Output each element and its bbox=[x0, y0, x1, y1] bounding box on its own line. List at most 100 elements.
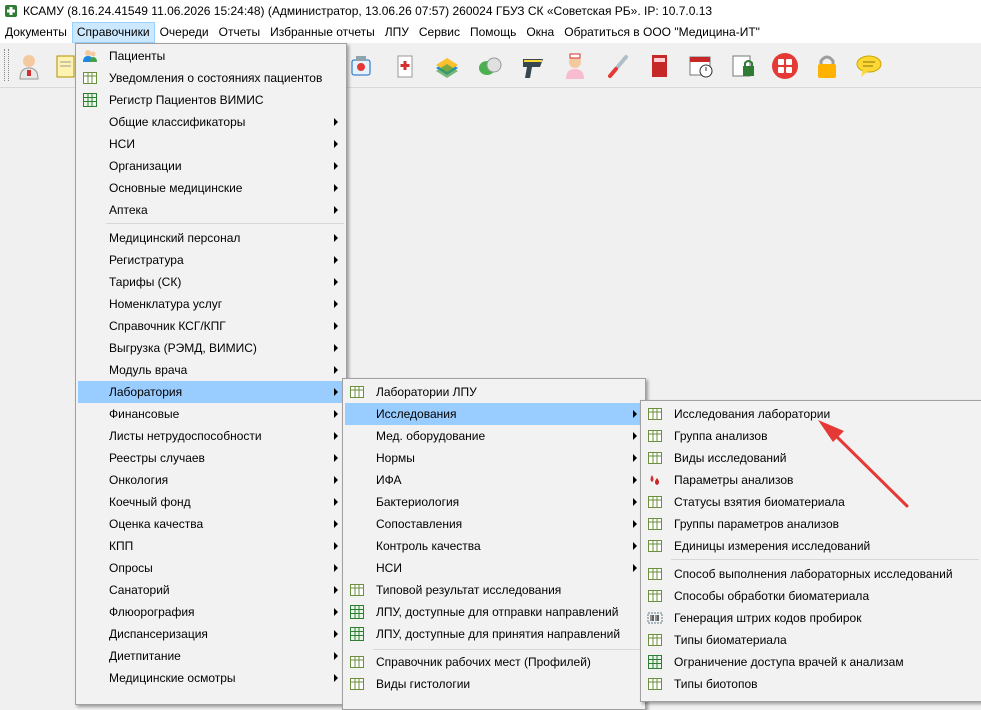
chat-icon[interactable] bbox=[852, 49, 886, 83]
submenu-arrow-icon bbox=[334, 652, 338, 660]
spravochniki-menu-item-9[interactable]: Медицинский персонал bbox=[78, 227, 344, 249]
spravochniki-menu-item-28[interactable]: Диетпитание bbox=[78, 645, 344, 667]
apps-icon[interactable] bbox=[768, 49, 802, 83]
issledovaniya-menu-item-4[interactable]: Параметры анализов bbox=[643, 469, 979, 491]
laboratoriya-menu-item-label: Мед. оборудование bbox=[376, 429, 486, 443]
medicine-icon[interactable] bbox=[344, 49, 378, 83]
laboratoriya-menu-item-4[interactable]: Нормы bbox=[345, 447, 643, 469]
padlock-icon[interactable] bbox=[810, 49, 844, 83]
spravochniki-menu-item-27[interactable]: Диспансеризация bbox=[78, 623, 344, 645]
menu-contact-vendor[interactable]: Обратиться в ООО "Медицина-ИТ" bbox=[559, 22, 765, 43]
spravochniki-menu-item-19[interactable]: Реестры случаев bbox=[78, 447, 344, 469]
spravochniki-menu-item-12[interactable]: Номенклатура услуг bbox=[78, 293, 344, 315]
menu-queues[interactable]: Очереди bbox=[155, 22, 214, 43]
spravochniki-menu-item-label: Диспансеризация bbox=[109, 627, 208, 641]
spravochniki-menu-item-7[interactable]: Основные медицинские bbox=[78, 177, 344, 199]
issledovaniya-menu-item-label: Типы биоматериала bbox=[674, 633, 787, 647]
menu-reports[interactable]: Отчеты bbox=[214, 22, 265, 43]
issledovaniya-menu-item-label: Ограничение доступа врачей к анализам bbox=[674, 655, 904, 669]
spravochniki-menu-item-26[interactable]: Флюорография bbox=[78, 601, 344, 623]
spravochniki-menu-item-4[interactable]: Общие классификаторы bbox=[78, 111, 344, 133]
issledovaniya-menu-item-label: Способы обработки биоматериала bbox=[674, 589, 870, 603]
laboratoriya-menu-item-9[interactable]: НСИ bbox=[345, 557, 643, 579]
spravochniki-menu-item-25[interactable]: Санаторий bbox=[78, 579, 344, 601]
laboratoriya-menu-item-12[interactable]: ЛПУ, доступные для принятия направлений bbox=[345, 623, 643, 645]
spravochniki-menu-item-6[interactable]: Организации bbox=[78, 155, 344, 177]
books-icon[interactable] bbox=[430, 49, 464, 83]
calendar-clock-icon[interactable] bbox=[684, 49, 718, 83]
laboratoriya-menu-item-6[interactable]: Бактериология bbox=[345, 491, 643, 513]
menu-bar: Документы Справочники Очереди Отчеты Изб… bbox=[0, 22, 981, 43]
spravochniki-menu-item-22[interactable]: Оценка качества bbox=[78, 513, 344, 535]
menu-favorite-reports[interactable]: Избранные отчеты bbox=[265, 22, 380, 43]
issledovaniya-menu-item-6[interactable]: Группы параметров анализов bbox=[643, 513, 979, 535]
issledovaniya-menu-item-12[interactable]: Ограничение доступа врачей к анализам bbox=[643, 651, 979, 673]
laboratoriya-menu-item-8[interactable]: Контроль качества bbox=[345, 535, 643, 557]
spravochniki-menu-item-11[interactable]: Тарифы (СК) bbox=[78, 271, 344, 293]
spravochniki-menu-item-label: Справочник КСГ/КПГ bbox=[109, 319, 226, 333]
first-aid-icon[interactable] bbox=[388, 49, 422, 83]
doctor-icon[interactable] bbox=[12, 49, 46, 83]
laboratoriya-menu-item-3[interactable]: Мед. оборудование bbox=[345, 425, 643, 447]
red-book-icon[interactable] bbox=[642, 49, 676, 83]
spravochniki-menu-item-1[interactable]: Пациенты bbox=[78, 45, 344, 67]
menu-service[interactable]: Сервис bbox=[414, 22, 465, 43]
issledovaniya-menu-item-label: Единицы измерения исследований bbox=[674, 539, 871, 553]
laboratoriya-menu-item-1[interactable]: Лаборатории ЛПУ bbox=[345, 381, 643, 403]
submenu-arrow-icon bbox=[334, 140, 338, 148]
issledovaniya-menu-item-3[interactable]: Виды исследований bbox=[643, 447, 979, 469]
spravochniki-menu-item-2[interactable]: Уведомления о состояниях пациентов bbox=[78, 67, 344, 89]
pills-icon[interactable] bbox=[473, 49, 507, 83]
issledovaniya-menu-item-10[interactable]: Генерация штрих кодов пробирок bbox=[643, 607, 979, 629]
issledovaniya-menu-item-1[interactable]: Исследования лаборатории bbox=[643, 403, 979, 425]
issledovaniya-menu-item-2[interactable]: Группа анализов bbox=[643, 425, 979, 447]
menu-windows[interactable]: Окна bbox=[521, 22, 559, 43]
issledovaniya-menu-item-11[interactable]: Типы биоматериала bbox=[643, 629, 979, 651]
spravochniki-menu-item-13[interactable]: Справочник КСГ/КПГ bbox=[78, 315, 344, 337]
spravochniki-menu-item-23[interactable]: КПП bbox=[78, 535, 344, 557]
menu-spravochniki[interactable]: Справочники bbox=[71, 22, 155, 43]
spravochniki-menu-item-16[interactable]: Лаборатория bbox=[78, 381, 344, 403]
thermometer-icon[interactable] bbox=[600, 49, 634, 83]
issledovaniya-menu-item-7[interactable]: Единицы измерения исследований bbox=[643, 535, 979, 557]
laboratoriya-menu-item-14[interactable]: Виды гистологии bbox=[345, 673, 643, 695]
spravochniki-menu-item-20[interactable]: Онкология bbox=[78, 469, 344, 491]
laboratoriya-menu-item-label: Сопоставления bbox=[376, 517, 463, 531]
menu-separator bbox=[106, 223, 344, 224]
nurse-icon[interactable] bbox=[558, 49, 592, 83]
spravochniki-menu-item-10[interactable]: Регистратура bbox=[78, 249, 344, 271]
laboratoriya-menu-item-11[interactable]: ЛПУ, доступные для отправки направлений bbox=[345, 601, 643, 623]
laboratoriya-menu-item-10[interactable]: Типовой результат исследования bbox=[345, 579, 643, 601]
spravochniki-menu-item-21[interactable]: Коечный фонд bbox=[78, 491, 344, 513]
laboratoriya-menu-item-2[interactable]: Исследования bbox=[345, 403, 643, 425]
laboratoriya-menu-item-13[interactable]: Справочник рабочих мест (Профилей) bbox=[345, 651, 643, 673]
issledovaniya-menu-item-8[interactable]: Способ выполнения лабораторных исследова… bbox=[643, 563, 979, 585]
spravochniki-menu-item-label: Общие классификаторы bbox=[109, 115, 246, 129]
table-icon bbox=[647, 588, 663, 604]
menu-lpu[interactable]: ЛПУ bbox=[380, 22, 414, 43]
spravochniki-menu-item-5[interactable]: НСИ bbox=[78, 133, 344, 155]
document-lock-icon[interactable] bbox=[726, 49, 760, 83]
laboratoriya-menu-item-5[interactable]: ИФА bbox=[345, 469, 643, 491]
spravochniki-menu-item-label: Флюорография bbox=[109, 605, 195, 619]
spravochniki-menu-item-label: Модуль врача bbox=[109, 363, 188, 377]
menu-documents[interactable]: Документы bbox=[0, 22, 72, 43]
spravochniki-menu-item-17[interactable]: Финансовые bbox=[78, 403, 344, 425]
spravochniki-menu-item-3[interactable]: Регистр Пациентов ВИМИС bbox=[78, 89, 344, 111]
toolbar-grip[interactable] bbox=[4, 49, 9, 81]
issledovaniya-menu-item-9[interactable]: Способы обработки биоматериала bbox=[643, 585, 979, 607]
spravochniki-menu-item-15[interactable]: Модуль врача bbox=[78, 359, 344, 381]
laboratoriya-menu-item-7[interactable]: Сопоставления bbox=[345, 513, 643, 535]
spravochniki-menu-item-18[interactable]: Листы нетрудоспособности bbox=[78, 425, 344, 447]
issledovaniya-menu-item-5[interactable]: Статусы взятия биоматериала bbox=[643, 491, 979, 513]
spravochniki-menu-item-14[interactable]: Выгрузка (РЭМД, ВИМИС) bbox=[78, 337, 344, 359]
spravochniki-menu-item-24[interactable]: Опросы bbox=[78, 557, 344, 579]
table-icon bbox=[647, 676, 663, 692]
barcode-scanner-icon[interactable] bbox=[516, 49, 550, 83]
table-icon bbox=[647, 406, 663, 422]
submenu-arrow-icon bbox=[633, 520, 637, 528]
issledovaniya-menu-item-13[interactable]: Типы биотопов bbox=[643, 673, 979, 695]
spravochniki-menu-item-8[interactable]: Аптека bbox=[78, 199, 344, 221]
table-icon bbox=[647, 494, 663, 510]
menu-help[interactable]: Помощь bbox=[465, 22, 521, 43]
